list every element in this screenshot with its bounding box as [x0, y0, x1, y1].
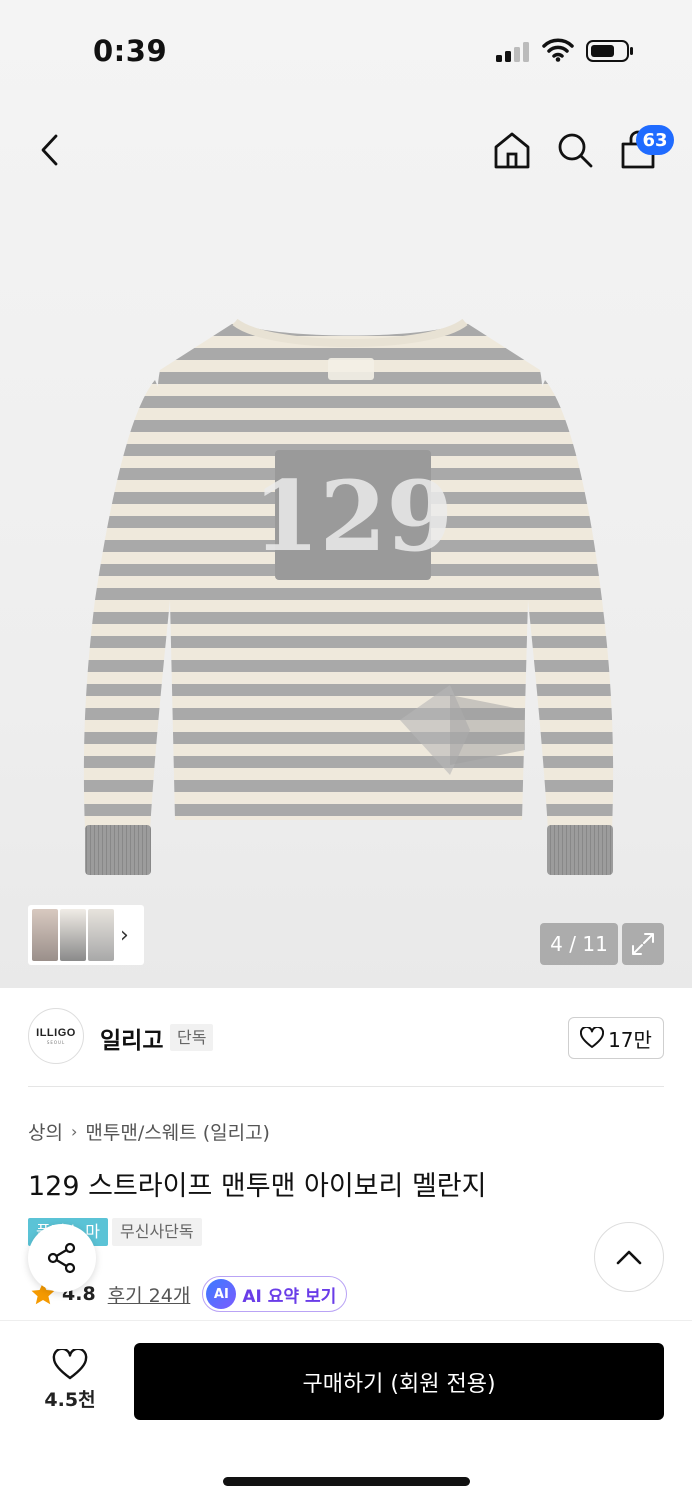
chevron-up-icon — [616, 1250, 642, 1265]
brand-logo[interactable]: ILLIGO SEOUL — [28, 1008, 84, 1064]
thumbnail-images[interactable] — [32, 909, 114, 961]
brand-row: ILLIGO SEOUL 일리고 단독 17만 — [28, 1008, 664, 1068]
brand-like-button[interactable]: 17만 — [568, 1017, 664, 1059]
image-counter: 4 / 11 — [540, 923, 618, 965]
home-icon — [494, 132, 530, 169]
divider — [28, 1086, 664, 1087]
signal-icon — [496, 42, 529, 62]
product-title: 129 스트라이프 맨투맨 아이보리 멜란지 — [28, 1171, 487, 1202]
status-time: 0:39 — [93, 34, 168, 68]
buy-button[interactable]: 구매하기 (회원 전용) — [134, 1343, 664, 1420]
product-image[interactable]: 129 — [70, 300, 630, 890]
home-indicator — [223, 1477, 470, 1486]
thumbnail-strip[interactable]: › — [28, 905, 144, 965]
brand-name[interactable]: 일리고 — [100, 1021, 163, 1055]
wishlist-count: 4.5천 — [44, 1388, 96, 1411]
chevron-left-icon — [41, 134, 58, 166]
breadcrumb-subcategory[interactable]: 맨투맨/스웨트 (일리고) — [85, 1118, 270, 1145]
expand-icon — [632, 933, 654, 955]
back-button[interactable] — [22, 120, 78, 180]
breadcrumb: 상의 › 맨투맨/스웨트 (일리고) — [28, 1118, 270, 1145]
brand-exclusive-tag: 단독 — [170, 1024, 214, 1051]
product-gallery[interactable]: 0:39 63 129 › 4 / 11 — [0, 0, 692, 988]
battery-icon — [586, 40, 633, 62]
ai-summary-label: AI 요약 보기 — [242, 1286, 337, 1307]
chevron-right-icon: › — [120, 922, 129, 948]
bottom-action-bar: 4.5천 구매하기 (회원 전용) — [0, 1320, 692, 1500]
ai-icon: AI — [206, 1279, 237, 1309]
wifi-icon — [542, 38, 574, 62]
ai-summary-button[interactable]: AI AI 요약 보기 — [202, 1276, 348, 1312]
heart-icon — [580, 1027, 605, 1048]
top-nav — [0, 120, 692, 184]
search-icon — [558, 133, 593, 168]
svg-text:129: 129 — [253, 460, 453, 573]
brand-like-count: 17만 — [608, 1027, 652, 1052]
share-icon — [47, 1242, 76, 1274]
home-button[interactable] — [484, 120, 540, 180]
status-bar: 0:39 — [0, 0, 692, 100]
expand-button[interactable] — [622, 923, 664, 965]
review-link[interactable]: 후기 24개 — [108, 1281, 191, 1308]
share-button[interactable] — [28, 1224, 96, 1292]
breadcrumb-category[interactable]: 상의 — [28, 1118, 63, 1145]
wishlist-button[interactable]: 4.5천 — [28, 1345, 112, 1415]
cart-count-badge: 63 — [636, 125, 674, 155]
scroll-top-button[interactable] — [594, 1222, 664, 1292]
exclusive-badge: 무신사단독 — [112, 1218, 202, 1246]
heart-icon — [52, 1348, 88, 1379]
search-button[interactable] — [547, 120, 603, 180]
chevron-right-icon: › — [70, 1122, 78, 1141]
